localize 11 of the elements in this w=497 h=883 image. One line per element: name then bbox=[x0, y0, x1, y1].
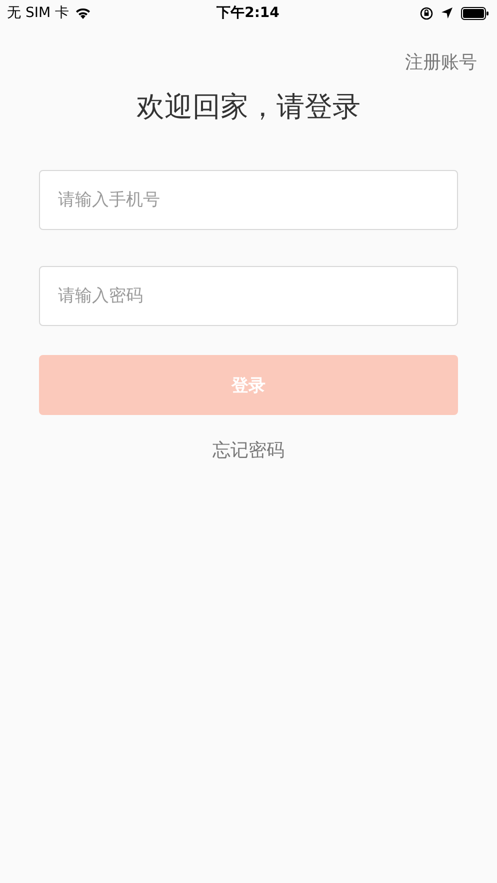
password-field[interactable]: 请输入密码 bbox=[39, 266, 458, 326]
forgot-password-link[interactable]: 忘记密码 bbox=[212, 438, 284, 462]
welcome-title: 欢迎回家，请登录 bbox=[136, 89, 362, 125]
location-arrow-icon bbox=[440, 7, 453, 19]
phone-field[interactable]: 请输入手机号 bbox=[39, 170, 458, 230]
register-link[interactable]: 注册账号 bbox=[405, 50, 477, 74]
orientation-lock-icon bbox=[420, 6, 433, 20]
clock-time: 下午2:14 bbox=[216, 4, 280, 22]
wifi-icon bbox=[75, 7, 91, 19]
carrier-label: 无 SIM 卡 bbox=[7, 4, 69, 22]
battery-icon bbox=[460, 6, 489, 20]
